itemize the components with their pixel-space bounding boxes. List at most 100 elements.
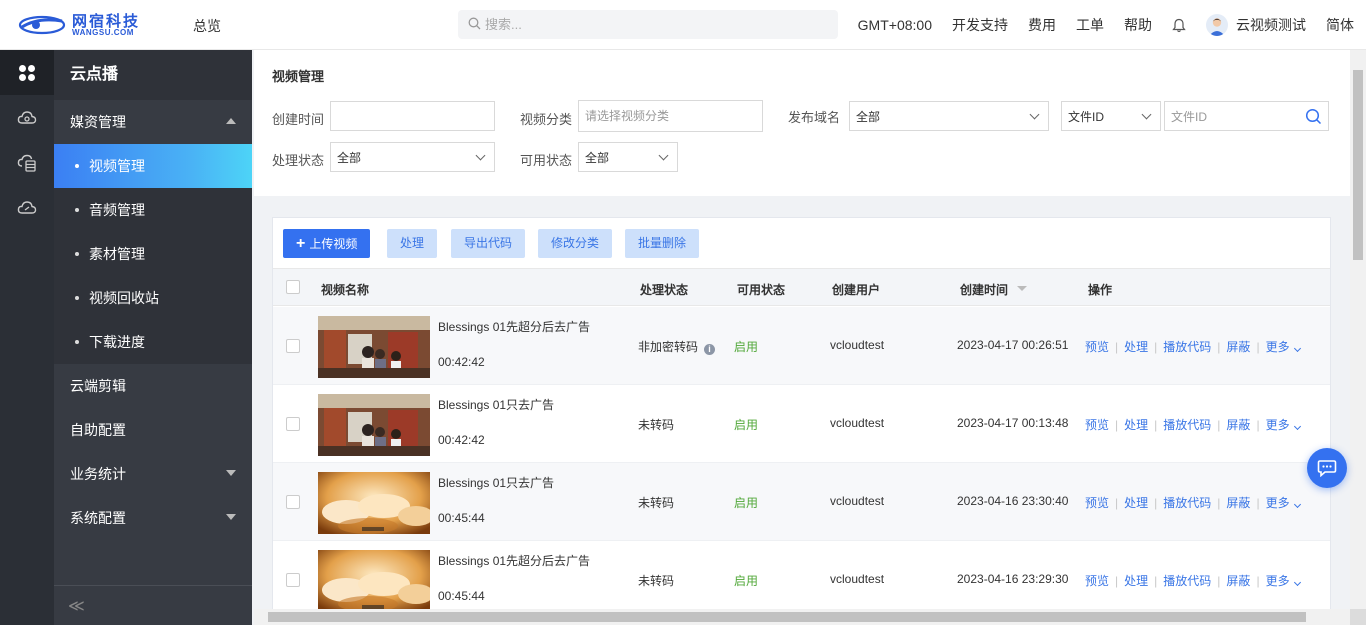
col-create-time[interactable]: 创建时间 (960, 281, 1028, 298)
video-name[interactable]: Blessings 01先超分后去广告 (438, 552, 590, 569)
play-code-link[interactable]: 播放代码 (1163, 338, 1211, 355)
edit-category-button[interactable]: 修改分类 (538, 229, 613, 258)
video-name[interactable]: Blessings 01只去广告 (438, 474, 554, 491)
id-type-select[interactable]: 文件ID (1061, 101, 1161, 131)
logo-text-en: WANGSU.COM (72, 27, 134, 37)
table-row[interactable]: Blessings 01只去广告 00:45:44 未转码 启用 vcloudtest 2… (273, 463, 1330, 541)
file-id-input[interactable]: 文件ID (1164, 101, 1329, 131)
rail-apps[interactable] (0, 50, 54, 95)
process-link[interactable]: 处理 (1124, 416, 1148, 433)
sidebar-title: 云点播 (54, 50, 252, 100)
more-dropdown[interactable]: 更多 (1266, 416, 1301, 433)
process-link[interactable]: 处理 (1124, 572, 1148, 589)
sidebar-group-system[interactable]: 系统配置 (54, 496, 252, 540)
global-search[interactable] (458, 10, 838, 39)
apps-grid-icon (19, 64, 35, 81)
overview-link[interactable]: 总览 (193, 16, 221, 36)
preview-link[interactable]: 预览 (1085, 338, 1109, 355)
video-thumbnail[interactable] (318, 472, 430, 534)
info-icon[interactable]: i (704, 344, 716, 355)
process-status: 未转码 (638, 574, 675, 588)
table-row[interactable]: Blessings 01先超分后去广告 00:45:44 未转码 启用 vcloudte… (273, 541, 1330, 610)
search-icon[interactable] (1305, 108, 1322, 128)
sidebar-group-stats[interactable]: 业务统计 (54, 452, 252, 496)
user-menu[interactable]: 云视频测试 (1206, 14, 1306, 36)
more-dropdown[interactable]: 更多 (1266, 572, 1301, 589)
timezone-label[interactable]: GMT+08:00 (858, 17, 932, 33)
video-name[interactable]: Blessings 01只去广告 (438, 396, 554, 413)
row-checkbox[interactable] (286, 339, 300, 353)
process-status: 未转码 (638, 418, 675, 432)
bell-icon[interactable] (1172, 18, 1186, 33)
table-row[interactable]: Blessings 01先超分后去广告 00:42:42 非加密转码 i 启用 vclou… (273, 307, 1330, 385)
export-code-button[interactable]: 导出代码 (451, 229, 526, 258)
more-dropdown[interactable]: 更多 (1266, 494, 1301, 511)
block-link[interactable]: 屏蔽 (1226, 338, 1250, 355)
preview-link[interactable]: 预览 (1085, 572, 1109, 589)
block-link[interactable]: 屏蔽 (1226, 572, 1250, 589)
horizontal-scrollbar-thumb[interactable] (268, 612, 1306, 622)
logo-text-cn: 网宿科技 (72, 11, 141, 30)
block-link[interactable]: 屏蔽 (1226, 416, 1250, 433)
sidebar-group-editing[interactable]: 云端剪辑 (54, 364, 252, 408)
batch-delete-button[interactable]: 批量删除 (625, 229, 700, 258)
tickets-link[interactable]: 工单 (1076, 15, 1104, 35)
wangsu-logo[interactable]: 网宿科技 WANGSU.COM (18, 12, 158, 38)
row-checkbox[interactable] (286, 417, 300, 431)
sidebar-item-audio[interactable]: 音频管理 (54, 188, 252, 232)
sidebar-item-recycle[interactable]: 视频回收站 (54, 276, 252, 320)
process-link[interactable]: 处理 (1124, 338, 1148, 355)
video-name[interactable]: Blessings 01先超分后去广告 (438, 318, 590, 335)
horizontal-scrollbar[interactable] (254, 609, 1350, 625)
play-code-link[interactable]: 播放代码 (1163, 572, 1211, 589)
rail-cloud-link[interactable] (0, 185, 54, 230)
sidebar-item-video[interactable]: 视频管理 (54, 144, 252, 188)
process-button[interactable]: 处理 (387, 229, 438, 258)
dev-support-link[interactable]: 开发支持 (952, 15, 1008, 35)
language-switch[interactable]: 简体 (1326, 15, 1354, 35)
preview-link[interactable]: 预览 (1085, 416, 1109, 433)
search-input[interactable] (485, 17, 805, 32)
process-link[interactable]: 处理 (1124, 494, 1148, 511)
help-link[interactable]: 帮助 (1124, 15, 1152, 35)
chat-support-button[interactable] (1307, 448, 1347, 488)
vertical-scrollbar[interactable] (1350, 50, 1366, 610)
block-link[interactable]: 屏蔽 (1226, 494, 1250, 511)
col-create-user: 创建用户 (832, 283, 881, 297)
sidebar-group-media[interactable]: 媒资管理 (54, 100, 252, 144)
play-code-link[interactable]: 播放代码 (1163, 416, 1211, 433)
sort-down-icon[interactable] (1017, 286, 1028, 291)
upload-video-button[interactable]: + 上传视频 (283, 229, 371, 258)
video-duration: 00:45:44 (438, 511, 485, 525)
create-time-picker[interactable] (330, 101, 495, 131)
video-thumbnail[interactable] (318, 394, 430, 456)
vertical-scrollbar-thumb[interactable] (1353, 70, 1363, 260)
rail-cloud-upload[interactable] (0, 95, 54, 140)
preview-link[interactable]: 预览 (1085, 494, 1109, 511)
domain-select[interactable]: 全部 (849, 101, 1049, 131)
row-checkbox[interactable] (286, 495, 300, 509)
sidebar-item-download[interactable]: 下载进度 (54, 320, 252, 364)
billing-link[interactable]: 费用 (1028, 15, 1056, 35)
category-select[interactable]: 请选择视频分类 (578, 100, 763, 132)
chat-bubble-icon (1317, 460, 1337, 477)
video-thumbnail[interactable] (318, 550, 430, 610)
chevron-down-icon (475, 150, 486, 161)
chevron-down-icon (1141, 109, 1152, 120)
sidebar-item-material[interactable]: 素材管理 (54, 232, 252, 276)
table-row[interactable]: Blessings 01只去广告 00:42:42 未转码 启用 vcloudtest 2… (273, 385, 1330, 463)
process-status-select[interactable]: 全部 (330, 142, 495, 172)
domain-value: 全部 (856, 109, 881, 124)
video-thumbnail[interactable] (318, 316, 430, 378)
more-dropdown[interactable]: 更多 (1266, 338, 1301, 355)
rail-storage[interactable] (0, 140, 54, 185)
select-all-checkbox[interactable] (286, 280, 300, 294)
create-time: 2023-04-17 00:26:51 (957, 338, 1069, 352)
sidebar-collapse-button[interactable]: ≪ (54, 585, 252, 625)
avail-status-select[interactable]: 全部 (578, 142, 678, 172)
play-code-link[interactable]: 播放代码 (1163, 494, 1211, 511)
create-time: 2023-04-17 00:13:48 (957, 416, 1069, 430)
sidebar-group-self-config[interactable]: 自助配置 (54, 408, 252, 452)
avail-status: 启用 (734, 340, 759, 354)
row-checkbox[interactable] (286, 573, 300, 587)
